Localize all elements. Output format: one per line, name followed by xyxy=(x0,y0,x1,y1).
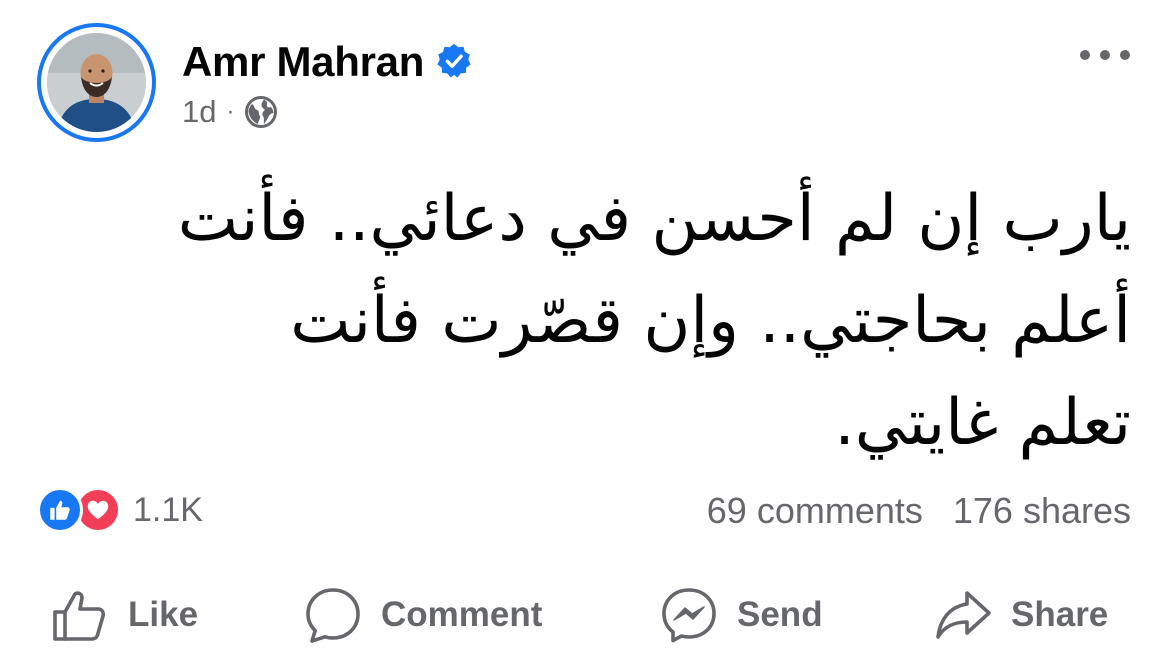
messenger-icon xyxy=(662,588,716,643)
action-bar: Like Comment Send Share xyxy=(0,580,1169,650)
comments-count-link[interactable]: 69 comments xyxy=(707,490,923,532)
post-text-line: تعلم غايتي. xyxy=(834,386,1131,460)
share-button[interactable]: Share xyxy=(933,580,1108,650)
share-arrow-icon xyxy=(936,591,991,639)
like-label: Like xyxy=(128,595,199,634)
more-options-button[interactable] xyxy=(1080,40,1130,70)
globe-icon[interactable] xyxy=(244,95,278,129)
send-label: Send xyxy=(737,595,823,634)
author-name[interactable]: Amr Mahran xyxy=(182,38,424,86)
share-label: Share xyxy=(1011,595,1109,634)
thumbs-up-icon xyxy=(53,591,106,641)
facebook-post: Amr Mahran 1d · يارب إن لم أحسن في دعائي… xyxy=(0,0,1169,651)
post-text-line: يارب إن لم أحسن في دعائي.. فأنت xyxy=(177,182,1131,256)
more-dot-icon xyxy=(1100,50,1110,60)
engagement-stats: 69 comments 176 shares xyxy=(707,490,1131,532)
shares-count-link[interactable]: 176 shares xyxy=(953,490,1131,532)
like-button[interactable]: Like xyxy=(50,580,198,650)
more-dot-icon xyxy=(1120,50,1130,60)
avatar[interactable] xyxy=(47,33,146,132)
like-reaction-icon xyxy=(37,487,83,533)
send-button[interactable]: Send xyxy=(659,580,823,650)
profile-photo xyxy=(47,33,146,132)
comment-button[interactable]: Comment xyxy=(303,580,542,650)
meta-separator: · xyxy=(226,98,235,125)
reactions-summary[interactable]: 1.1K xyxy=(37,487,203,533)
post-time[interactable]: 1d xyxy=(182,94,216,130)
post-meta: 1d · xyxy=(182,94,278,130)
post-text-line: أعلم بحاجتي.. وإن قصّرت فأنت xyxy=(290,284,1131,358)
comment-label: Comment xyxy=(381,595,543,634)
verified-badge-icon xyxy=(437,43,471,78)
comment-bubble-icon xyxy=(306,588,360,643)
story-ring[interactable] xyxy=(37,23,156,142)
reaction-count: 1.1K xyxy=(133,490,203,529)
more-dot-icon xyxy=(1080,50,1090,60)
post-text: يارب إن لم أحسن في دعائي.. فأنت أعلم بحا… xyxy=(31,168,1131,474)
